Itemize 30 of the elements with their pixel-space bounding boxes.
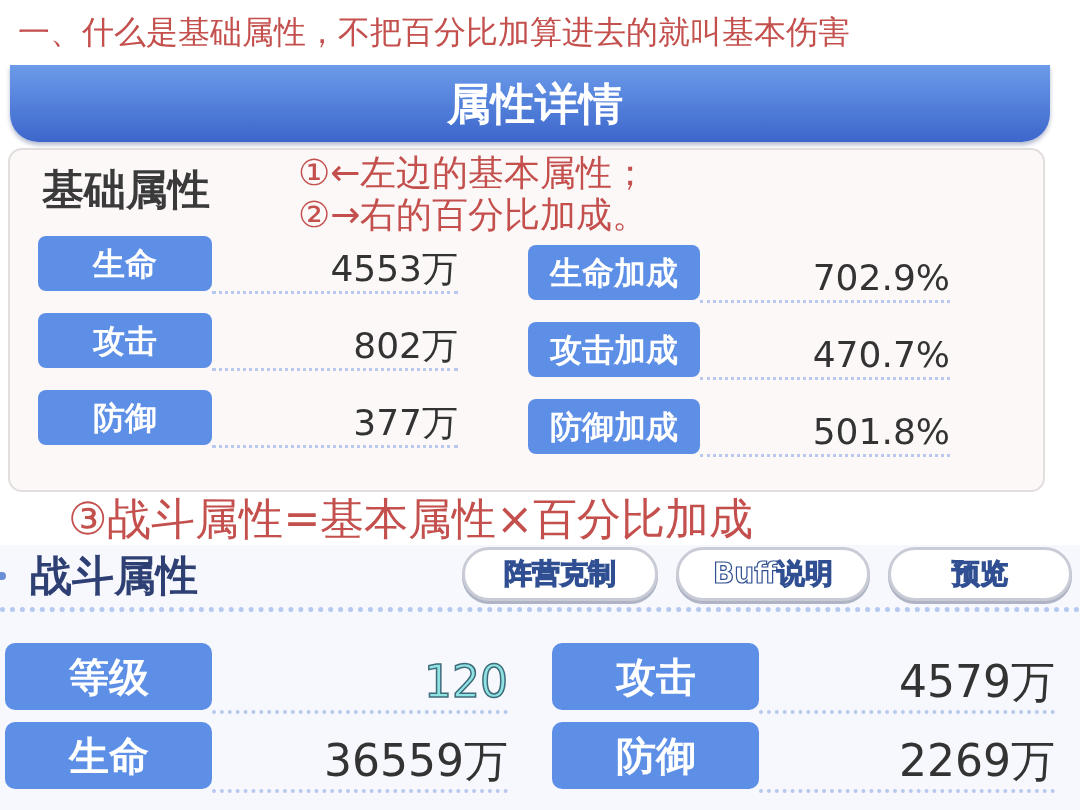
annotation-text: 一、什么是基础属性，不把百分比加算进去的就叫基本伤害 — [18, 13, 850, 51]
stat-value: 802万 — [353, 324, 458, 368]
pill-button[interactable]: 阵营克制 — [462, 547, 658, 601]
stat-value: 4579万 — [899, 655, 1055, 709]
stat-value: 702.9% — [812, 256, 950, 300]
stat-value: 120 — [424, 655, 508, 709]
stat-label: 防御 — [552, 722, 759, 789]
stat-label: 攻击 — [552, 643, 759, 710]
stat-value: 36559万 — [324, 734, 508, 788]
stat-label: 防御加成 — [528, 399, 700, 454]
stat-label: 攻击 — [38, 313, 212, 368]
stat-label: 攻击加成 — [528, 322, 700, 377]
stat-label: 生命 — [5, 722, 212, 789]
stat-label: 生命加成 — [528, 245, 700, 300]
annotation-note: ①←左边的基本属性； — [298, 152, 649, 194]
stat-label: 等级 — [5, 643, 212, 710]
formula-note: ③战斗属性=基本属性×百分比加成 — [68, 493, 754, 544]
annotation-note: ②→右的百分比加成。 — [298, 194, 649, 236]
header-title: 属性详情 — [447, 77, 623, 130]
section-title: 战斗属性 — [30, 551, 198, 601]
stat-value: 4553万 — [330, 247, 458, 291]
pill-button[interactable]: Buff说明 — [676, 547, 870, 601]
pill-button[interactable]: 预览 — [888, 547, 1072, 601]
stat-label: 生命 — [38, 236, 212, 291]
stat-value: 470.7% — [812, 333, 950, 377]
section-title: 基础属性 — [42, 165, 210, 216]
stat-value: 377万 — [353, 401, 458, 445]
stat-label: 防御 — [38, 390, 212, 445]
stat-value: 501.8% — [812, 410, 950, 454]
stat-value: 2269万 — [899, 734, 1055, 788]
